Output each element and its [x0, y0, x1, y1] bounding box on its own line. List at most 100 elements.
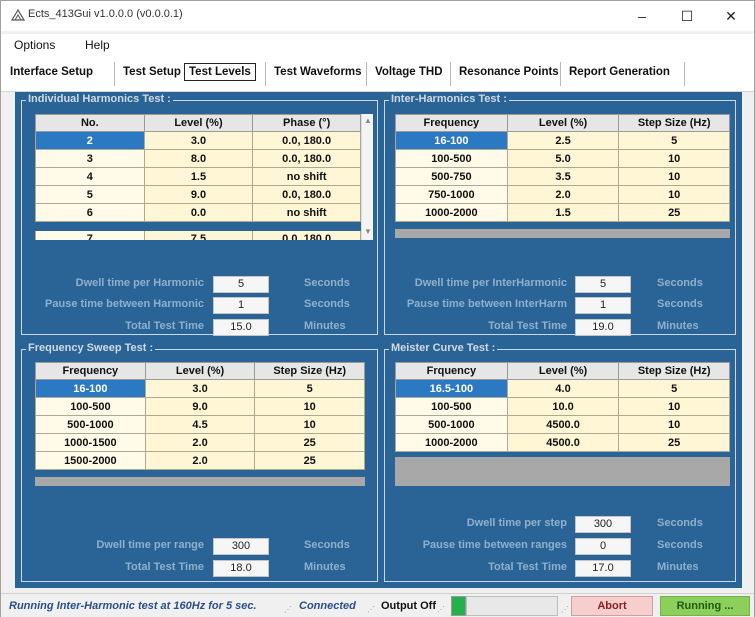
table-cell[interactable]: 1000-2000: [395, 203, 508, 222]
table-row[interactable]: 1000-2000 4500.0 25: [395, 433, 730, 452]
table-cell[interactable]: 10: [618, 415, 730, 434]
table-row[interactable]: 1500-2000 2.0 25: [35, 451, 365, 470]
table-cell[interactable]: no shift: [252, 167, 361, 186]
tab-test-levels[interactable]: Test Levels: [184, 63, 256, 81]
scroll-up-icon[interactable]: ▲: [363, 116, 373, 126]
table-cell[interactable]: 10: [618, 185, 730, 204]
table-cell[interactable]: 25: [254, 451, 365, 470]
table-row-partial[interactable]: 7 7.5 0.0, 180.0: [35, 231, 361, 240]
meister-curve-table[interactable]: Frquency Level (%) Step Size (Hz) 16.5-1…: [395, 362, 730, 452]
table-row[interactable]: 4 1.5 no shift: [35, 167, 361, 186]
table-cell[interactable]: 4: [35, 167, 145, 186]
table-cell[interactable]: 25: [618, 433, 730, 452]
table-row[interactable]: 6 0.0 no shift: [35, 203, 361, 222]
table-cell[interactable]: 2: [35, 131, 145, 150]
column-header[interactable]: Level (%): [143, 114, 254, 132]
table-row[interactable]: 750-1000 2.0 10: [395, 185, 730, 204]
table-cell[interactable]: 5.0: [506, 149, 620, 168]
tab-test-setup[interactable]: Test Setup: [123, 66, 181, 78]
table-cell[interactable]: 25: [254, 433, 365, 452]
table-cell[interactable]: 2.0: [144, 433, 256, 452]
inter-harmonics-table[interactable]: Frequency Level (%) Step Size (Hz) 16-10…: [395, 114, 730, 222]
table-cell[interactable]: 4.5: [144, 415, 256, 434]
table-cell[interactable]: 8.0: [143, 149, 254, 168]
table-cell[interactable]: 3.0: [144, 379, 256, 398]
table-cell[interactable]: 4500.0: [506, 415, 620, 434]
table-cell[interactable]: 16-100: [35, 379, 146, 398]
minimize-button[interactable]: –: [620, 3, 664, 29]
column-header[interactable]: No.: [35, 114, 145, 132]
table-cell[interactable]: 100-500: [395, 397, 508, 416]
table-cell[interactable]: 7: [35, 231, 145, 240]
table-cell[interactable]: 9.0: [143, 185, 254, 204]
menu-options[interactable]: Options: [14, 38, 55, 52]
table-cell[interactable]: 2.0: [506, 185, 620, 204]
column-header[interactable]: Level (%): [144, 362, 256, 380]
table-cell[interactable]: 10.0: [506, 397, 620, 416]
table-cell[interactable]: 0.0: [143, 203, 254, 222]
table-row[interactable]: 100-500 10.0 10: [395, 397, 730, 416]
pause-time-field[interactable]: 0: [575, 538, 631, 555]
table-row[interactable]: 1000-2000 1.5 25: [395, 203, 730, 222]
table-cell[interactable]: 16.5-100: [395, 379, 508, 398]
tab-test-waveforms[interactable]: Test Waveforms: [274, 66, 362, 78]
table-row[interactable]: 16.5-100 4.0 5: [395, 379, 730, 398]
table-cell[interactable]: 0.0, 180.0: [252, 131, 361, 150]
column-header[interactable]: Phase (°): [252, 114, 361, 132]
table-row[interactable]: 100-500 5.0 10: [395, 149, 730, 168]
table-cell[interactable]: 10: [618, 167, 730, 186]
table-row[interactable]: 100-500 9.0 10: [35, 397, 365, 416]
tab-interface-setup[interactable]: Interface Setup: [10, 66, 93, 78]
table-row[interactable]: 500-1000 4.5 10: [35, 415, 365, 434]
table-cell[interactable]: 16-100: [395, 131, 508, 150]
table-row[interactable]: 3 8.0 0.0, 180.0: [35, 149, 361, 168]
table-cell[interactable]: 10: [618, 397, 730, 416]
table-cell[interactable]: 750-1000: [395, 185, 508, 204]
table-row[interactable]: 500-750 3.5 10: [395, 167, 730, 186]
column-header[interactable]: Frquency: [395, 362, 508, 380]
table-cell[interactable]: 10: [618, 149, 730, 168]
table-cell[interactable]: 1.5: [143, 167, 254, 186]
frequency-sweep-table[interactable]: Frequency Level (%) Step Size (Hz) 16-10…: [35, 362, 365, 470]
abort-button[interactable]: Abort: [571, 596, 653, 616]
table-cell[interactable]: 2.0: [144, 451, 256, 470]
column-header[interactable]: Level (%): [506, 114, 620, 132]
table-cell[interactable]: 1000-1500: [35, 433, 146, 452]
table-cell[interactable]: 1500-2000: [35, 451, 146, 470]
table-row[interactable]: 5 9.0 0.0, 180.0: [35, 185, 361, 204]
dwell-time-field[interactable]: 5: [575, 276, 631, 293]
table-cell[interactable]: 500-1000: [35, 415, 146, 434]
running-button[interactable]: Running ...: [660, 596, 750, 616]
table-row[interactable]: 2 3.0 0.0, 180.0: [35, 131, 361, 150]
table-cell[interactable]: 25: [618, 203, 730, 222]
individual-table-scrollbar[interactable]: ▲ ▼: [361, 114, 373, 240]
dwell-time-field[interactable]: 300: [575, 516, 631, 533]
table-cell[interactable]: 100-500: [35, 397, 146, 416]
table-cell[interactable]: 7.5: [143, 231, 254, 240]
column-header[interactable]: Frequency: [395, 114, 508, 132]
individual-harmonics-table[interactable]: No. Level (%) Phase (°) 2 3.0 0.0, 180.0 3…: [35, 114, 361, 222]
column-header[interactable]: Step Size (Hz): [254, 362, 365, 380]
dwell-time-field[interactable]: 300: [213, 538, 269, 555]
maximize-button[interactable]: ☐: [665, 3, 709, 29]
column-header[interactable]: Level (%): [506, 362, 620, 380]
table-cell[interactable]: 10: [254, 397, 365, 416]
table-row[interactable]: 1000-1500 2.0 25: [35, 433, 365, 452]
table-cell[interactable]: 4.0: [506, 379, 620, 398]
table-cell[interactable]: 6: [35, 203, 145, 222]
table-row[interactable]: 16-100 3.0 5: [35, 379, 365, 398]
table-cell[interactable]: 5: [618, 131, 730, 150]
tab-voltage-thd[interactable]: Voltage THD: [375, 66, 443, 78]
tab-resonance-points[interactable]: Resonance Points: [459, 66, 559, 78]
dwell-time-field[interactable]: 5: [213, 276, 269, 293]
table-cell[interactable]: 500-750: [395, 167, 508, 186]
table-cell[interactable]: 3.5: [506, 167, 620, 186]
table-cell[interactable]: no shift: [252, 203, 361, 222]
table-cell[interactable]: 0.0, 180.0: [252, 185, 361, 204]
table-cell[interactable]: 5: [254, 379, 365, 398]
tab-report-generation[interactable]: Report Generation: [569, 66, 670, 78]
table-cell[interactable]: 5: [618, 379, 730, 398]
table-cell[interactable]: 0.0, 180.0: [252, 149, 361, 168]
column-header[interactable]: Step Size (Hz): [618, 362, 730, 380]
column-header[interactable]: Frequency: [35, 362, 146, 380]
